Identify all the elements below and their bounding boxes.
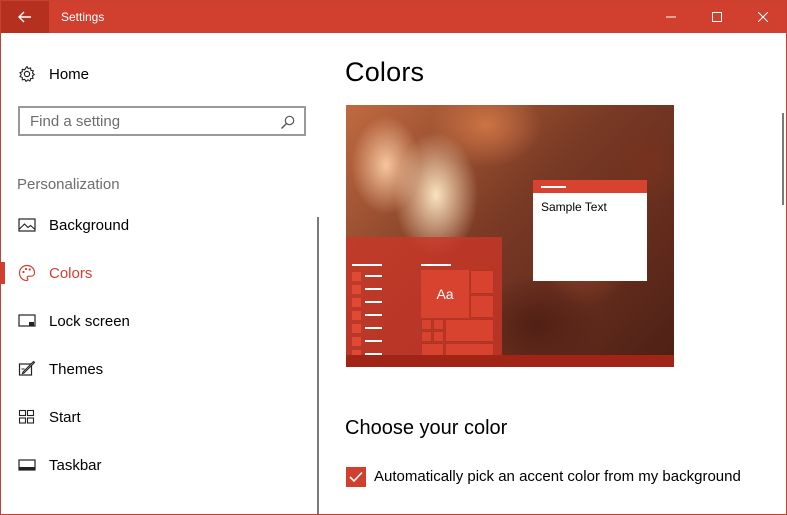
section-label-personalization: Personalization xyxy=(17,176,120,193)
preview-start-menu: Aa xyxy=(346,237,502,367)
main-content: Colors Aa Sample Text Choose your color … xyxy=(323,33,786,514)
page-title: Colors xyxy=(345,57,425,87)
main-scrollbar[interactable] xyxy=(782,113,784,205)
preview-app-icon xyxy=(352,285,361,294)
preview-app-icon xyxy=(352,311,361,320)
preview-tile-large: Aa xyxy=(421,270,469,318)
preview-line xyxy=(365,314,382,316)
color-preview: Aa Sample Text xyxy=(346,105,674,367)
close-button[interactable] xyxy=(740,1,786,33)
sidebar-item-label: Background xyxy=(49,216,130,234)
preview-app-icon xyxy=(352,337,361,346)
sidebar-item-home[interactable]: Home xyxy=(1,57,311,91)
close-icon xyxy=(758,12,768,22)
window-title: Settings xyxy=(61,10,105,24)
settings-window: Settings Home Find a setting Personaliza… xyxy=(0,0,787,515)
sidebar: Home Find a setting Personalization Back… xyxy=(1,33,323,514)
sidebar-item-label: Lock screen xyxy=(49,312,130,330)
picture-icon xyxy=(17,215,37,235)
checkmark-icon xyxy=(349,471,363,483)
search-icon[interactable] xyxy=(280,114,296,130)
sidebar-item-label: Home xyxy=(49,65,90,83)
sidebar-scrollbar[interactable] xyxy=(317,217,319,514)
preview-tile xyxy=(470,295,494,318)
preview-line xyxy=(365,288,382,290)
preview-line xyxy=(365,327,382,329)
sidebar-item-colors[interactable]: Colors xyxy=(1,254,311,292)
preview-app-icon xyxy=(352,298,361,307)
preview-sample-titlebar xyxy=(533,180,647,193)
minimize-icon xyxy=(666,16,676,18)
preview-app-icon xyxy=(352,324,361,333)
preview-line xyxy=(352,264,382,266)
preview-app-icon xyxy=(352,272,361,281)
sidebar-item-themes[interactable]: Themes xyxy=(1,350,311,388)
preview-line xyxy=(365,301,382,303)
preview-tile xyxy=(421,319,432,330)
sidebar-item-start[interactable]: Start xyxy=(1,398,311,436)
maximize-button[interactable] xyxy=(694,1,740,33)
preview-taskbar xyxy=(346,355,674,367)
gear-icon xyxy=(17,64,37,84)
auto-accent-checkbox[interactable] xyxy=(346,467,366,487)
preview-tile xyxy=(470,270,494,294)
back-button[interactable] xyxy=(1,1,49,33)
preview-line xyxy=(365,275,382,277)
preview-tile xyxy=(433,331,444,342)
taskbar-icon xyxy=(17,455,37,475)
auto-accent-label[interactable]: Automatically pick an accent color from … xyxy=(374,468,741,485)
start-icon xyxy=(17,407,37,427)
maximize-icon xyxy=(712,12,722,22)
sidebar-item-label: Colors xyxy=(49,264,93,282)
sidebar-item-label: Taskbar xyxy=(49,456,102,474)
preview-line xyxy=(365,340,382,342)
sidebar-item-lock-screen[interactable]: Lock screen xyxy=(1,302,311,340)
search-placeholder: Find a setting xyxy=(30,113,121,130)
preview-tile xyxy=(445,319,494,342)
active-indicator xyxy=(1,262,5,284)
themes-icon xyxy=(17,359,37,379)
sidebar-item-background[interactable]: Background xyxy=(1,206,311,244)
back-arrow-icon xyxy=(18,11,31,23)
preview-sample-text: Sample Text xyxy=(541,200,607,214)
sidebar-item-taskbar[interactable]: Taskbar xyxy=(1,446,311,484)
preview-sample-window: Sample Text xyxy=(533,180,647,281)
preview-line xyxy=(541,186,566,188)
lock-screen-icon xyxy=(17,311,37,331)
palette-icon xyxy=(17,263,37,283)
search-input[interactable]: Find a setting xyxy=(18,106,306,136)
preview-tile xyxy=(421,331,432,342)
sidebar-item-label: Start xyxy=(49,408,81,426)
preview-line xyxy=(421,264,451,266)
choose-color-heading: Choose your color xyxy=(345,417,508,439)
sidebar-item-label: Themes xyxy=(49,360,104,378)
minimize-button[interactable] xyxy=(648,1,694,33)
preview-tile xyxy=(433,319,444,330)
title-bar: Settings xyxy=(1,1,786,33)
